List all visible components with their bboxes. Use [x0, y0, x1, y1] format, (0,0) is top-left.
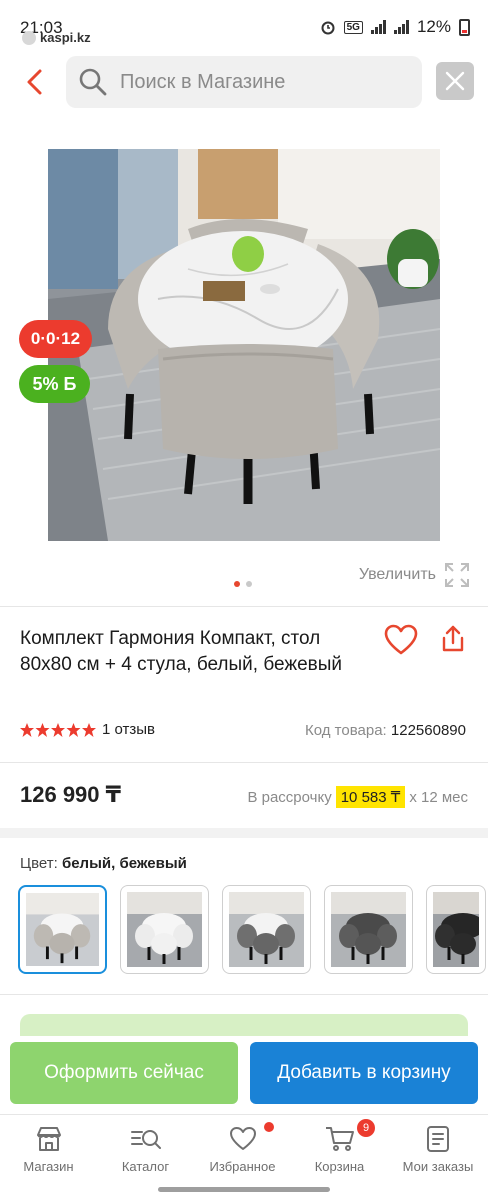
product-price: 126 990 ₸	[20, 782, 121, 807]
share-icon[interactable]	[438, 624, 468, 654]
color-variant-dark-grey[interactable]	[324, 885, 413, 974]
color-variant-black[interactable]	[426, 885, 486, 974]
close-button[interactable]	[436, 62, 474, 100]
color-variants	[18, 885, 486, 974]
divider	[0, 994, 488, 995]
favorites-indicator	[264, 1122, 274, 1132]
product-title: Комплект Гармония Компакт, стол 80x80 см…	[20, 628, 342, 675]
installment-label: В рассрочку	[247, 788, 332, 806]
tab-label: Мои заказы	[402, 1159, 474, 1174]
tab-label: Корзина	[314, 1159, 365, 1174]
favorite-heart-icon[interactable]	[384, 624, 418, 656]
action-bar: Оформить сейчас Добавить в корзину	[0, 1036, 488, 1114]
variant-thumbnail	[26, 893, 99, 966]
buy-now-button[interactable]: Оформить сейчас	[10, 1042, 238, 1104]
back-arrow-icon[interactable]	[20, 66, 52, 98]
heart-icon	[229, 1127, 256, 1150]
zoom-button[interactable]: Увеличить	[359, 562, 470, 588]
tab-store[interactable]: Магазин	[0, 1125, 97, 1174]
tab-cart[interactable]: 9 Корзина	[291, 1119, 388, 1174]
tab-catalog[interactable]: Каталог	[97, 1125, 194, 1174]
signal-icon	[370, 20, 386, 34]
back-to-app-icon	[22, 30, 36, 45]
color-variant-grey[interactable]	[222, 885, 311, 974]
divider	[0, 606, 488, 607]
installment-info[interactable]: В рассрочку 10 583 ₸ x 12 мес	[247, 786, 468, 808]
product-code-value: 122560890	[390, 722, 466, 739]
color-variant-white-white[interactable]	[120, 885, 209, 974]
search-placeholder: Поиск в Магазине	[120, 70, 286, 93]
status-source: kaspi.kz	[22, 30, 91, 45]
color-value: белый, бежевый	[61, 855, 187, 872]
battery-icon	[459, 18, 470, 36]
color-variant-white-beige[interactable]	[18, 885, 107, 974]
product-image[interactable]	[48, 149, 440, 541]
battery-percent: 12%	[416, 17, 451, 36]
tab-label: Каталог	[121, 1159, 170, 1174]
signal-icon-2	[393, 20, 409, 34]
product-code: Код товара: 122560890	[305, 722, 466, 739]
variant-thumbnail	[331, 892, 406, 967]
tab-label: Магазин	[23, 1159, 74, 1174]
rating-row[interactable]: 1 отзыв	[20, 721, 155, 738]
pagination-dot[interactable]	[246, 581, 252, 587]
gallery-pagination	[234, 581, 252, 587]
store-icon	[36, 1127, 61, 1151]
divider	[0, 762, 488, 763]
close-icon	[445, 71, 465, 91]
cart-icon	[325, 1127, 354, 1151]
installment-term: x 12 мес	[409, 788, 468, 806]
status-indicators: 5G 12%	[320, 17, 470, 37]
alarm-icon	[321, 21, 335, 35]
add-to-cart-button[interactable]: Добавить в корзину	[250, 1042, 478, 1104]
variant-thumbnail	[229, 892, 304, 967]
zoom-label: Увеличить	[358, 566, 436, 583]
catalog-search-icon	[130, 1130, 161, 1149]
network-type: 5G	[343, 20, 363, 34]
rating-stars	[20, 722, 96, 737]
product-photo-illustration	[48, 149, 440, 541]
tab-orders[interactable]: Мои заказы	[388, 1125, 488, 1174]
bonus-badge: 5% Б	[19, 365, 90, 403]
variant-thumbnail	[127, 892, 202, 967]
header: Поиск в Магазине	[0, 54, 488, 110]
color-label: Цвет: белый, бежевый	[20, 855, 187, 872]
reviews-count: 1 отзыв	[102, 721, 156, 738]
search-input[interactable]: Поиск в Магазине	[66, 56, 422, 108]
tab-label: Избранное	[209, 1159, 276, 1174]
variant-thumbnail	[433, 892, 479, 967]
product-code-label: Код товара:	[305, 722, 387, 739]
stars-icon	[20, 722, 96, 737]
tab-favorites[interactable]: Избранное	[194, 1122, 291, 1174]
search-icon	[79, 68, 107, 96]
cart-count-badge: 9	[357, 1119, 375, 1137]
orders-icon	[427, 1126, 449, 1152]
section-divider	[0, 828, 488, 838]
installment-amount: 10 583 ₸	[335, 786, 406, 808]
expand-icon	[445, 563, 469, 587]
pagination-dot[interactable]	[234, 581, 240, 587]
gesture-home-bar[interactable]	[158, 1187, 330, 1192]
installment-badge: 0·0·12	[19, 320, 92, 358]
status-bar: 21:03 kaspi.kz 5G 12%	[0, 0, 488, 52]
